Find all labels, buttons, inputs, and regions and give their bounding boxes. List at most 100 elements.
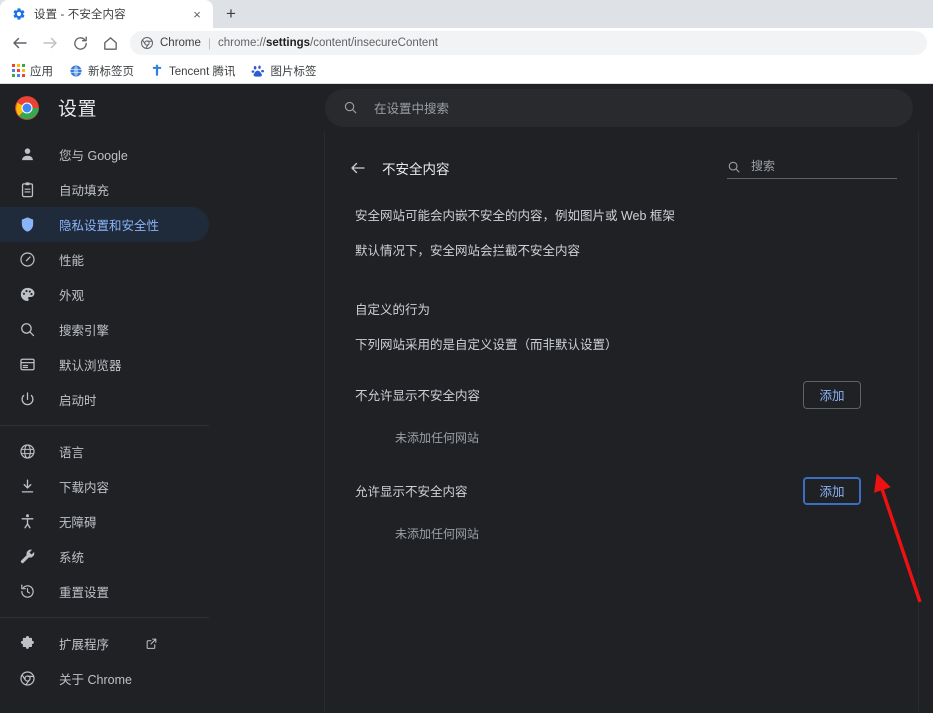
url-prefix: chrome:// — [218, 37, 266, 49]
content-search-input[interactable]: 搜索 — [727, 157, 897, 179]
forward-button[interactable] — [36, 29, 64, 57]
sidebar-item-reset-settings[interactable]: 重置设置 — [0, 574, 209, 609]
sidebar-item-label: 隐私设置和安全性 — [59, 219, 160, 233]
search-icon — [18, 320, 37, 339]
accessibility-icon — [18, 512, 37, 531]
settings-gear-icon — [13, 8, 25, 20]
subpage-header: 不安全内容 搜索 — [343, 151, 897, 185]
sidebar-item-label: 无障碍 — [59, 516, 97, 530]
url-suffix: /content/insecureContent — [310, 37, 438, 49]
sidebar-item-performance[interactable]: 性能 — [0, 242, 209, 277]
sidebar-item-label: 关于 Chrome — [59, 673, 132, 687]
sidebar-item-system[interactable]: 系统 — [0, 539, 209, 574]
omnibox-url: chrome://settings/content/insecureConten… — [218, 37, 438, 49]
chrome-outline-icon — [141, 37, 153, 49]
permission-label: 不允许显示不安全内容 — [355, 389, 481, 403]
sidebar-divider — [0, 425, 209, 426]
tab-title: 设置 - 不安全内容 — [34, 9, 126, 21]
sidebar-item-privacy-and-security[interactable]: 隐私设置和安全性 — [0, 207, 209, 242]
permission-section-allow: 允许显示不安全内容 添加 — [343, 476, 897, 505]
omnibox-separator: | — [207, 36, 212, 50]
add-site-button-block[interactable]: 添加 — [803, 380, 861, 409]
back-button[interactable] — [6, 29, 34, 57]
search-icon — [728, 161, 740, 173]
page-title: 不安全内容 — [382, 162, 450, 177]
arrow-back-icon — [13, 37, 27, 49]
bookmark-label: 新标签页 — [88, 65, 134, 78]
url-bold-segment: settings — [265, 37, 311, 49]
sidebar-item-label: 启动时 — [59, 394, 97, 408]
custom-behavior-subtext: 下列网站采用的是自定义设置（而非默认设置） — [355, 337, 618, 352]
permission-label: 允许显示不安全内容 — [355, 485, 468, 499]
tab-strip: 设置 - 不安全内容 × + — [0, 0, 933, 28]
sidebar-item-label: 系统 — [59, 551, 85, 565]
sidebar-divider — [0, 617, 209, 618]
speedometer-icon — [18, 250, 37, 269]
sidebar-item-extensions[interactable]: 扩展程序 — [0, 626, 209, 661]
clipboard-icon — [18, 180, 37, 199]
reload-icon — [73, 35, 87, 50]
permission-section-block: 不允许显示不安全内容 添加 — [343, 380, 897, 409]
add-site-button-allow[interactable]: 添加 — [803, 476, 861, 505]
bookmark-label: Tencent 腾讯 — [169, 65, 236, 78]
description-block: 安全网站可能会内嵌不安全的内容，例如图片或 Web 框架 默认情况下，安全网站会… — [343, 207, 897, 353]
sidebar-item-you-and-google[interactable]: 您与 Google — [0, 137, 209, 172]
power-icon — [18, 390, 37, 409]
back-button[interactable] — [343, 153, 373, 183]
apps-grid-icon — [12, 64, 25, 77]
bookmark-new-tab-page[interactable]: 新标签页 — [63, 61, 140, 81]
sidebar-item-downloads[interactable]: 下载内容 — [0, 469, 209, 504]
arrow-back-icon — [351, 162, 365, 174]
sidebar-item-autofill[interactable]: 自动填充 — [0, 172, 209, 207]
download-icon — [18, 477, 37, 496]
origin-chip-label: Chrome — [160, 37, 201, 49]
reload-button[interactable] — [66, 29, 94, 57]
puzzle-icon — [18, 634, 37, 653]
settings-search-placeholder: 在设置中搜索 — [374, 102, 450, 116]
home-button[interactable] — [96, 29, 124, 57]
sidebar-item-label: 扩展程序 — [59, 638, 110, 652]
new-tab-button[interactable]: + — [217, 0, 245, 28]
bookmark-tencent[interactable]: Tencent 腾讯 — [144, 61, 241, 81]
description-line: 默认情况下，安全网站会拦截不安全内容 — [355, 243, 581, 258]
bookmark-image-tag[interactable]: 图片标签 — [245, 61, 322, 81]
chrome-logo-icon — [15, 95, 39, 120]
settings-brand: 设置 — [0, 94, 325, 121]
sidebar-item-label: 重置设置 — [59, 586, 110, 600]
bookmark-label: 应用 — [30, 65, 53, 78]
browser-toolbar: Chrome | chrome://settings/content/insec… — [0, 28, 933, 58]
sidebar-item-default-browser[interactable]: 默认浏览器 — [0, 347, 209, 382]
sidebar-item-label: 搜索引擎 — [59, 324, 110, 338]
sidebar-item-accessibility[interactable]: 无障碍 — [0, 504, 209, 539]
close-icon[interactable]: × — [189, 6, 205, 22]
home-icon — [103, 36, 117, 50]
bookmark-apps[interactable]: 应用 — [6, 61, 59, 81]
browser-tab-active[interactable]: 设置 - 不安全内容 × — [0, 0, 213, 28]
history-restore-icon — [18, 582, 37, 601]
description-line: 安全网站可能会内嵌不安全的内容，例如图片或 Web 框架 — [355, 209, 675, 223]
sidebar-item-on-startup[interactable]: 启动时 — [0, 382, 209, 417]
open-in-new-icon — [145, 637, 158, 650]
address-bar[interactable]: Chrome | chrome://settings/content/insec… — [130, 31, 927, 55]
search-icon — [344, 101, 357, 114]
sidebar-item-appearance[interactable]: 外观 — [0, 277, 209, 312]
sidebar-item-label: 您与 Google — [59, 149, 128, 163]
sidebar-item-label: 下载内容 — [59, 481, 110, 495]
settings-content: 不安全内容 搜索 安全网站可能会内嵌不安全的内容，例如图片或 Web 框架 默认… — [325, 131, 933, 711]
bookmark-label: 图片标签 — [270, 65, 317, 78]
content-scrollbar[interactable] — [918, 131, 933, 711]
sidebar-item-languages[interactable]: 语言 — [0, 434, 209, 469]
settings-page: 设置 在设置中搜索 您与 Google 自动填充 隐私设置和安全性 性能 外观 … — [0, 84, 933, 711]
palette-icon — [18, 285, 37, 304]
bookmarks-bar: 应用 新标签页 Tencent 腾讯 图片标签 — [0, 58, 933, 84]
sidebar-item-label: 默认浏览器 — [59, 359, 122, 373]
sidebar-item-label: 自动填充 — [59, 184, 110, 198]
sidebar-item-search-engine[interactable]: 搜索引擎 — [0, 312, 209, 347]
globe-icon — [18, 442, 37, 461]
settings-search-input[interactable]: 在设置中搜索 — [325, 88, 913, 127]
wrench-icon — [18, 547, 37, 566]
settings-body: 您与 Google 自动填充 隐私设置和安全性 性能 外观 搜索引擎 默认浏览器… — [0, 131, 933, 711]
sidebar-item-about-chrome[interactable]: 关于 Chrome — [0, 661, 209, 696]
settings-header: 设置 在设置中搜索 — [0, 84, 933, 131]
chrome-origin-chip: Chrome — [140, 36, 201, 50]
